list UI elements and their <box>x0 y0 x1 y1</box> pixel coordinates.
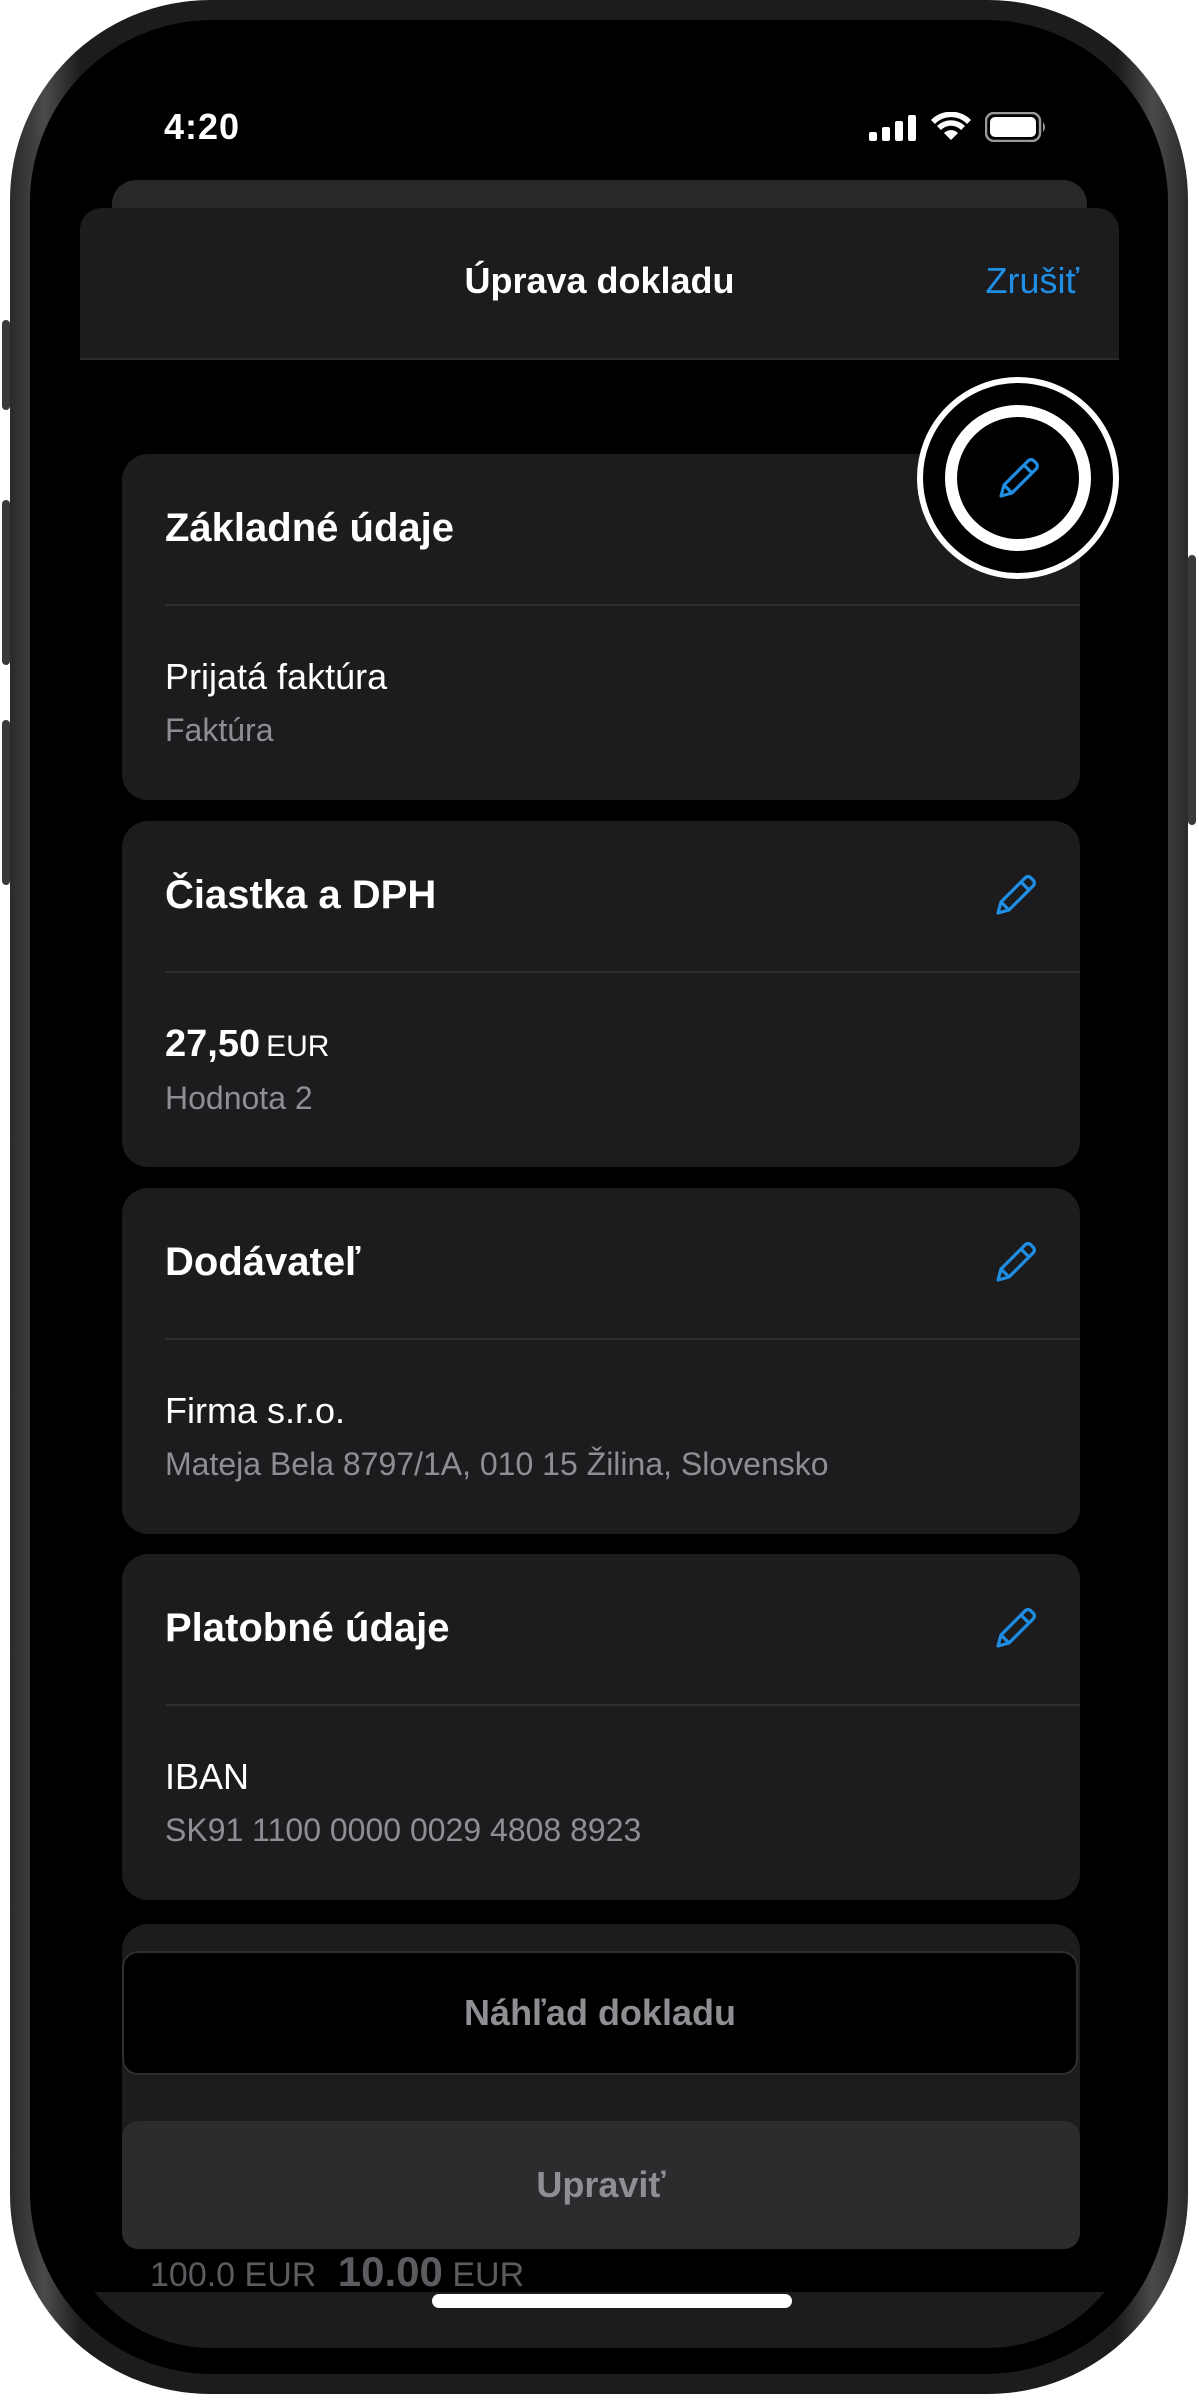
page-title: Úprava dokladu <box>464 260 735 301</box>
document-category: Faktúra <box>165 712 274 748</box>
battery-icon <box>985 112 1045 142</box>
phone-frame: 4:20 Úprava dokladu Zrušiť Základné údaj… <box>2 0 1196 2394</box>
pencil-icon[interactable] <box>992 1604 1040 1652</box>
power-button <box>1188 555 1196 825</box>
supplier-address: Mateja Bela 8797/1A, 010 15 Žilina, Slov… <box>165 1446 829 1482</box>
status-bar: 4:20 <box>60 50 1139 200</box>
edit-button[interactable]: Upraviť <box>122 2121 1080 2249</box>
supplier-card: Dodávateľ Firma s.r.o. Mateja Bela 8797/… <box>122 1188 1080 1534</box>
cancel-button[interactable]: Zrušiť <box>986 260 1080 302</box>
wifi-icon <box>931 112 971 140</box>
hidden-row-peek: 100.0 EUR 10.00 EUR <box>150 2248 524 2296</box>
card-header: Dodávateľ <box>165 1188 1080 1340</box>
card-title: Dodávateľ <box>165 1240 361 1284</box>
peek-right-value: 10.00 <box>337 2248 443 2295</box>
supplier-name: Firma s.r.o. <box>165 1390 346 1431</box>
document-type: Prijatá faktúra <box>165 656 388 697</box>
amount-vat-card: Čiastka a DPH 27,50 EUR Hodnota 2 <box>122 821 1080 1167</box>
volume-down-button <box>2 720 10 885</box>
volume-up-button <box>2 500 10 665</box>
pencil-icon[interactable] <box>995 454 1043 502</box>
payment-info-card: Platobné údaje IBAN SK91 1100 0000 0029 … <box>122 1554 1080 1900</box>
card-body: Firma s.r.o. Mateja Bela 8797/1A, 010 15… <box>122 1340 1080 1483</box>
payment-method: IBAN <box>165 1756 250 1797</box>
amount-currency: EUR <box>266 1030 330 1063</box>
pencil-icon[interactable] <box>992 871 1040 919</box>
peek-right-unit: EUR <box>452 2256 525 2294</box>
nav-bar: Úprava dokladu Zrušiť <box>80 208 1119 360</box>
cellular-signal-icon <box>869 115 916 141</box>
home-indicator[interactable] <box>432 2294 792 2308</box>
card-body: 27,50 EUR Hodnota 2 <box>122 973 1080 1117</box>
mute-switch <box>2 320 10 410</box>
iban-value: SK91 1100 0000 0029 4808 8923 <box>165 1812 642 1848</box>
pencil-icon[interactable] <box>992 1238 1040 1286</box>
card-header: Čiastka a DPH <box>165 821 1080 973</box>
status-icons <box>869 112 1047 142</box>
card-header: Platobné údaje <box>165 1554 1080 1706</box>
amount-number: 27,50 <box>165 1023 261 1065</box>
peek-left-value: 100.0 EUR <box>150 2256 317 2294</box>
vat-value: Hodnota 2 <box>165 1080 313 1116</box>
card-title: Platobné údaje <box>165 1606 450 1650</box>
card-body: Prijatá faktúra Faktúra <box>122 606 1080 749</box>
card-body: IBAN SK91 1100 0000 0029 4808 8923 <box>122 1706 1080 1849</box>
amount-value: 27,50 EUR <box>165 1023 1037 1066</box>
preview-document-button[interactable]: Náhľad dokladu <box>122 1951 1078 2075</box>
card-title: Základné údaje <box>165 506 454 550</box>
card-title: Čiastka a DPH <box>165 873 437 917</box>
status-time: 4:20 <box>164 106 241 147</box>
